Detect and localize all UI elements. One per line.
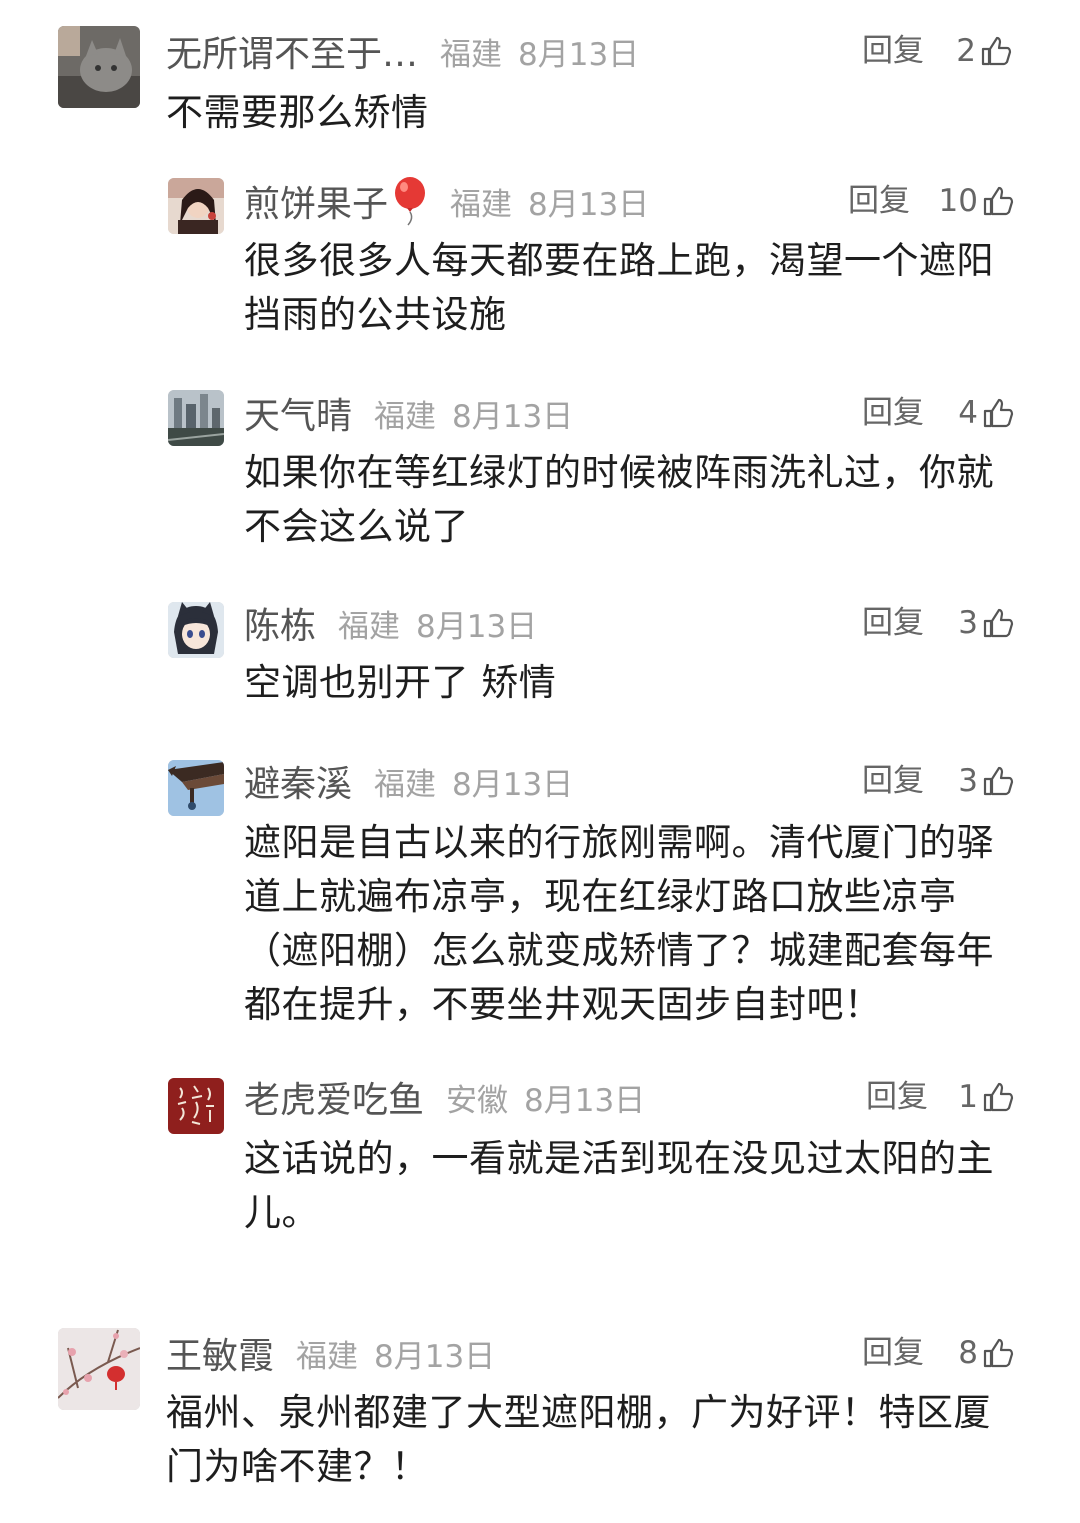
comment-line: 这话说的，一看就是活到现在没见过太阳的主 — [244, 1137, 994, 1180]
anime-avatar-icon — [168, 602, 224, 658]
comment-meta: 煎饼果子 福建 8月13日 — [244, 176, 649, 226]
comment-line: 不需要那么矫情 — [166, 91, 429, 134]
comment-line: 福州、泉州都建了大型遮阳棚，广为好评！特区厦 — [166, 1391, 991, 1434]
thumbs-up-icon — [983, 1338, 1014, 1368]
comment-text: 遮阳是自古以来的行旅刚需啊。清代厦门的驿 道上就遍布凉亭，现在红绿灯路口放些凉亭… — [244, 816, 994, 1032]
reply-button[interactable]: 回复 — [862, 1328, 924, 1378]
comment-line: 挡雨的公共设施 — [244, 293, 507, 336]
location: 福建 — [440, 36, 503, 73]
avatar[interactable] — [168, 1078, 224, 1134]
username[interactable]: 煎饼果子 — [244, 175, 388, 227]
comment-text: 很多很多人每天都要在路上跑，渴望一个遮阳 挡雨的公共设施 — [244, 234, 994, 342]
reply-button[interactable]: 回复 — [862, 598, 924, 648]
comment-line: （遮阳棚）怎么就变成矫情了？城建配套每年 — [244, 929, 994, 972]
comment-line: 儿。 — [244, 1191, 319, 1234]
comment-line: 门为啥不建？！ — [166, 1445, 429, 1488]
reply-button[interactable]: 回复 — [862, 388, 924, 438]
comment-line: 很多很多人每天都要在路上跑，渴望一个遮阳 — [244, 239, 994, 282]
comment-meta: 王敏霞 福建 8月13日 — [166, 1328, 495, 1378]
comment-text: 不需要那么矫情 — [166, 86, 429, 140]
city-avatar-icon — [168, 390, 224, 446]
username[interactable]: 避秦溪 — [244, 755, 352, 807]
reply-button[interactable]: 回复 — [866, 1072, 928, 1122]
thumbs-up-icon — [983, 608, 1014, 638]
like-button[interactable]: 1 — [944, 1072, 1014, 1122]
date: 8月13日 — [528, 186, 650, 223]
comment-meta: 避秦溪 福建 8月13日 — [244, 756, 573, 806]
comment-meta: 陈栋 福建 8月13日 — [244, 598, 537, 648]
username[interactable]: 老虎爱吃鱼 — [244, 1071, 424, 1123]
reply-button[interactable]: 回复 — [848, 176, 910, 226]
reply-button[interactable]: 回复 — [862, 756, 924, 806]
username[interactable]: 无所谓不至于… — [166, 25, 418, 77]
comment-meta: 无所谓不至于… 福建 8月13日 — [166, 26, 639, 76]
comment-line: 不会这么说了 — [244, 505, 469, 548]
balloon-icon — [395, 177, 426, 226]
comment-line: 如果你在等红绿灯的时候被阵雨洗礼过，你就 — [244, 451, 994, 494]
like-button[interactable]: 2 — [940, 26, 1012, 76]
comment-line: 都在提升，不要坐井观天固步自封吧！ — [244, 983, 882, 1026]
avatar[interactable] — [168, 178, 224, 234]
comment-text: 福州、泉州都建了大型遮阳棚，广为好评！特区厦 门为啥不建？！ — [166, 1386, 991, 1494]
avatar[interactable] — [58, 26, 140, 108]
comment-text: 如果你在等红绿灯的时候被阵雨洗礼过，你就 不会这么说了 — [244, 446, 994, 554]
like-button[interactable]: 10 — [930, 176, 1014, 226]
like-count: 2 — [956, 33, 976, 69]
comment-meta: 天气晴 福建 8月13日 — [244, 388, 573, 438]
avatar[interactable] — [58, 1328, 140, 1410]
date: 8月13日 — [416, 608, 538, 645]
like-count: 3 — [958, 763, 978, 799]
pavilion-avatar-icon — [168, 760, 224, 816]
like-count: 1 — [958, 1079, 978, 1115]
reply-button[interactable]: 回复 — [862, 26, 924, 76]
portrait-avatar-icon — [168, 178, 224, 234]
like-button[interactable]: 8 — [940, 1328, 1014, 1378]
date: 8月13日 — [524, 1082, 646, 1119]
blossom-avatar-icon — [58, 1328, 140, 1410]
cat-avatar-icon — [58, 26, 140, 108]
comment-meta: 老虎爱吃鱼 安徽 8月13日 — [244, 1072, 645, 1122]
location: 安徽 — [446, 1082, 509, 1119]
like-count: 10 — [938, 183, 978, 219]
like-count: 3 — [958, 605, 978, 641]
date: 8月13日 — [518, 36, 640, 73]
comment-line: 道上就遍布凉亭，现在红绿灯路口放些凉亭 — [244, 875, 957, 918]
thumbs-up-icon — [983, 186, 1014, 216]
date: 8月13日 — [374, 1338, 496, 1375]
thumbs-up-icon — [983, 766, 1014, 796]
date: 8月13日 — [452, 398, 574, 435]
avatar[interactable] — [168, 602, 224, 658]
thumbs-up-icon — [983, 1082, 1014, 1112]
location: 福建 — [296, 1338, 359, 1375]
like-button[interactable]: 3 — [940, 598, 1014, 648]
thumbs-up-icon — [983, 398, 1014, 428]
username[interactable]: 天气晴 — [244, 387, 352, 439]
avatar[interactable] — [168, 760, 224, 816]
like-button[interactable]: 3 — [940, 756, 1014, 806]
comment-text: 空调也别开了 矫情 — [244, 656, 556, 710]
comment-line: 空调也别开了 矫情 — [244, 661, 557, 704]
location: 福建 — [450, 186, 513, 223]
thumbs-up-icon — [981, 36, 1012, 66]
like-count: 4 — [958, 395, 978, 431]
comment-line: 遮阳是自古以来的行旅刚需啊。清代厦门的驿 — [244, 821, 994, 864]
location: 福建 — [374, 766, 437, 803]
like-count: 8 — [958, 1335, 978, 1371]
calligraphy-avatar-icon — [168, 1078, 224, 1134]
location: 福建 — [338, 608, 401, 645]
date: 8月13日 — [452, 766, 574, 803]
comment-text: 这话说的，一看就是活到现在没见过太阳的主 儿。 — [244, 1132, 994, 1240]
username[interactable]: 王敏霞 — [166, 1327, 274, 1379]
like-button[interactable]: 4 — [940, 388, 1014, 438]
location: 福建 — [374, 398, 437, 435]
avatar[interactable] — [168, 390, 224, 446]
username[interactable]: 陈栋 — [244, 597, 316, 649]
